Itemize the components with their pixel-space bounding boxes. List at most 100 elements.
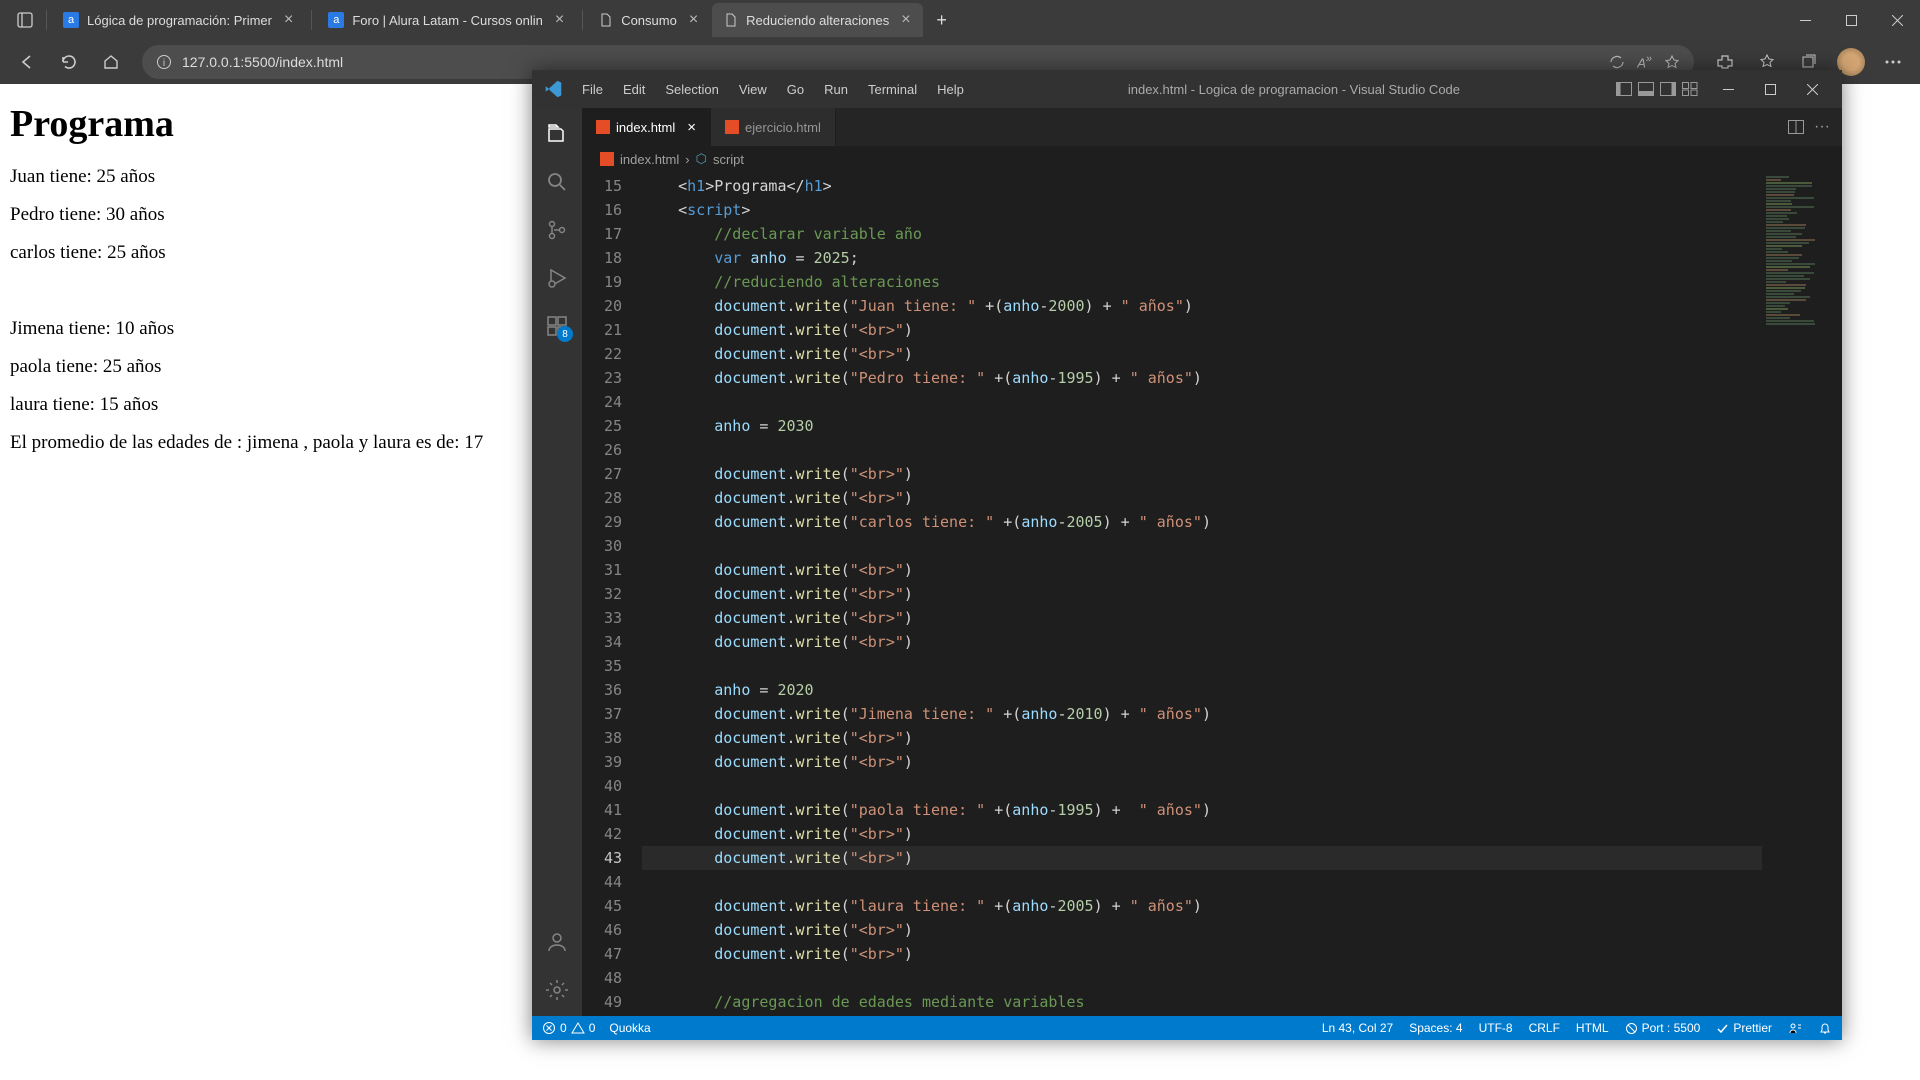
tab-label: ejercicio.html [745, 120, 821, 135]
minimap[interactable] [1762, 172, 1842, 1016]
editor-tab-index[interactable]: index.html × [582, 108, 711, 146]
settings-icon[interactable] [543, 976, 571, 1004]
output-line: El promedio de las edades de : jimena , … [10, 432, 522, 454]
vscode-menu: File Edit Selection View Go Run Terminal… [574, 78, 972, 101]
run-debug-icon[interactable] [543, 264, 571, 292]
status-bell-icon[interactable] [1818, 1021, 1832, 1035]
more-icon[interactable] [1874, 43, 1912, 81]
favicon-alura-icon: a [328, 12, 344, 28]
chevron-right-icon: › [685, 152, 689, 167]
errors-count: 0 [560, 1021, 567, 1035]
browser-tab-3[interactable]: Reduciendo alteraciones × [712, 3, 922, 37]
close-window-button[interactable] [1874, 1, 1920, 39]
status-feedback-icon[interactable] [1788, 1021, 1802, 1035]
layout-sidebar-right-icon[interactable] [1660, 82, 1676, 96]
browser-tab-1[interactable]: a Foro | Alura Latam - Cursos onlin × [316, 3, 576, 37]
close-icon[interactable]: × [689, 11, 698, 29]
output-blank [10, 280, 522, 302]
page-title: Programa [10, 102, 522, 146]
divider [582, 10, 583, 30]
breadcrumb-symbol[interactable]: script [713, 152, 744, 167]
sync-icon[interactable] [1609, 54, 1625, 70]
output-line: carlos tiene: 25 años [10, 242, 522, 264]
quokka-button[interactable]: Quokka [609, 1021, 650, 1035]
close-icon[interactable]: × [687, 119, 696, 136]
menu-view[interactable]: View [731, 78, 775, 101]
vscode-maximize-button[interactable] [1750, 74, 1790, 104]
tab-title: Consumo [621, 13, 677, 28]
accounts-icon[interactable] [543, 928, 571, 956]
menu-run[interactable]: Run [816, 78, 856, 101]
code-lines[interactable]: <h1>Programa</h1> <script> //declarar va… [642, 172, 1762, 1016]
status-lang[interactable]: HTML [1576, 1021, 1609, 1035]
code-editor[interactable]: 1516171819202122232425262728293031323334… [582, 172, 1842, 1016]
tab-title: Lógica de programación: Primer [87, 13, 272, 28]
output-line: Jimena tiene: 10 años [10, 318, 522, 340]
window-controls [1782, 1, 1920, 39]
editor-area: index.html × ejercicio.html ··· index.ht… [582, 108, 1842, 1016]
status-eol[interactable]: CRLF [1529, 1021, 1560, 1035]
back-button[interactable] [8, 43, 46, 81]
extensions-badge: 8 [557, 326, 573, 342]
editor-tab-ejercicio[interactable]: ejercicio.html [711, 108, 836, 146]
explorer-icon[interactable] [543, 120, 571, 148]
favorite-icon[interactable] [1664, 54, 1680, 70]
menu-terminal[interactable]: Terminal [860, 78, 925, 101]
divider [46, 10, 47, 30]
svg-text:i: i [163, 58, 165, 69]
layout-sidebar-left-icon[interactable] [1616, 82, 1632, 96]
vscode-minimize-button[interactable] [1708, 74, 1748, 104]
refresh-button[interactable] [50, 43, 88, 81]
status-spaces[interactable]: Spaces: 4 [1409, 1021, 1462, 1035]
output-line: paola tiene: 25 años [10, 356, 522, 378]
symbol-icon: ⬡ [696, 151, 707, 167]
menu-help[interactable]: Help [929, 78, 972, 101]
tab-actions-icon[interactable] [8, 3, 42, 37]
search-icon[interactable] [543, 168, 571, 196]
close-icon[interactable]: × [284, 11, 293, 29]
close-icon[interactable]: × [901, 11, 910, 29]
new-tab-button[interactable]: + [925, 3, 959, 37]
close-icon[interactable]: × [555, 11, 564, 29]
vscode-titlebar[interactable]: File Edit Selection View Go Run Terminal… [532, 70, 1842, 108]
html5-icon [600, 152, 614, 166]
breadcrumb[interactable]: index.html › ⬡ script [582, 146, 1842, 172]
more-actions-icon[interactable]: ··· [1814, 118, 1830, 136]
activity-bar: 8 [532, 108, 582, 1016]
status-ln-col[interactable]: Ln 43, Col 27 [1322, 1021, 1393, 1035]
home-button[interactable] [92, 43, 130, 81]
read-aloud-icon[interactable]: A» [1637, 53, 1652, 70]
menu-edit[interactable]: Edit [615, 78, 653, 101]
info-icon[interactable]: i [156, 54, 172, 70]
errors-button[interactable]: 0 0 [542, 1021, 595, 1035]
url-text: 127.0.0.1:5500/index.html [182, 54, 343, 70]
tab-title: Foro | Alura Latam - Cursos onlin [352, 13, 543, 28]
menu-file[interactable]: File [574, 78, 611, 101]
layout-icons [1616, 82, 1698, 96]
divider [311, 10, 312, 30]
minimize-button[interactable] [1782, 1, 1828, 39]
rendered-output: Programa Juan tiene: 25 años Pedro tiene… [0, 84, 532, 1080]
menu-go[interactable]: Go [779, 78, 812, 101]
vscode-close-button[interactable] [1792, 74, 1832, 104]
browser-tab-2[interactable]: Consumo × [587, 3, 710, 37]
vscode-window-controls [1708, 74, 1832, 104]
layout-customize-icon[interactable] [1682, 82, 1698, 96]
line-numbers: 1516171819202122232425262728293031323334… [582, 172, 642, 1016]
breadcrumb-file[interactable]: index.html [620, 152, 679, 167]
split-editor-icon[interactable] [1788, 120, 1804, 134]
source-control-icon[interactable] [543, 216, 571, 244]
status-port[interactable]: Port : 5500 [1625, 1021, 1701, 1035]
editor-tabs: index.html × ejercicio.html ··· [582, 108, 1842, 146]
favicon-doc-icon [724, 13, 738, 27]
status-encoding[interactable]: UTF-8 [1479, 1021, 1513, 1035]
vscode-window-title: index.html - Logica de programacion - Vi… [972, 82, 1616, 97]
browser-tab-0[interactable]: a Lógica de programación: Primer × [51, 3, 305, 37]
tab-label: index.html [616, 120, 675, 135]
maximize-button[interactable] [1828, 1, 1874, 39]
menu-selection[interactable]: Selection [657, 78, 726, 101]
extensions-icon[interactable]: 8 [543, 312, 571, 340]
status-prettier[interactable]: Prettier [1716, 1021, 1772, 1035]
layout-panel-icon[interactable] [1638, 82, 1654, 96]
addr-actions: A» [1609, 53, 1680, 70]
